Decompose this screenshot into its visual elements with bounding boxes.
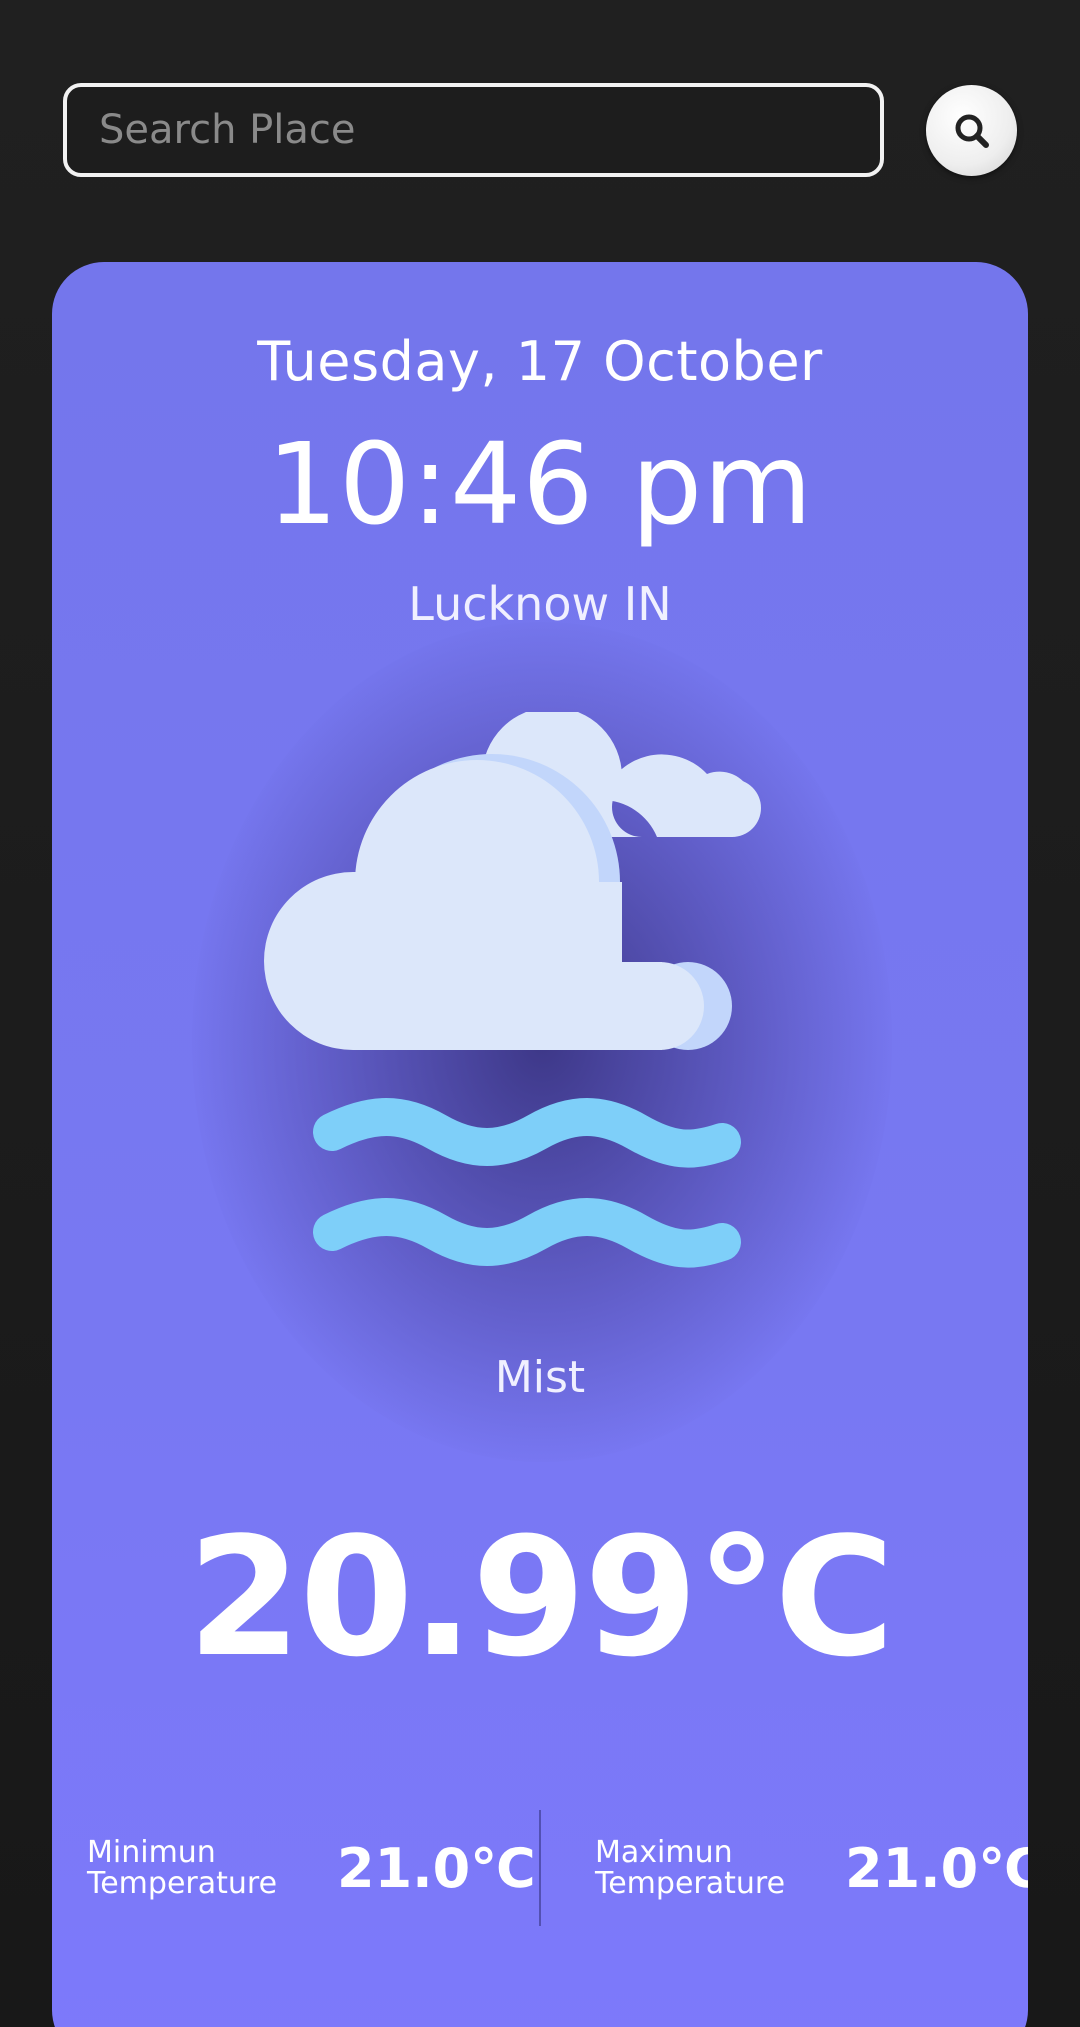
min-label-line1: Minimun [87, 1835, 216, 1870]
max-temperature: Maximun Temperature 21.0℃ [595, 1810, 1028, 1926]
max-temperature-label: Maximun Temperature [595, 1837, 827, 1899]
current-time: 10:46 pm [266, 420, 814, 550]
search-input[interactable] [97, 86, 880, 174]
min-label-line2: Temperature [87, 1866, 278, 1901]
temperature-range: Minimun Temperature 21.0℃ Maximun Temper… [52, 1810, 1028, 1926]
min-temperature-value: 21.0℃ [337, 1836, 536, 1900]
min-temperature-label: Minimun Temperature [87, 1837, 319, 1899]
weather-card: Tuesday, 17 October 10:46 pm Lucknow IN … [52, 262, 1028, 2027]
max-label-line1: Maximun [595, 1835, 733, 1870]
current-date: Tuesday, 17 October [257, 330, 823, 393]
weather-app-screen: Tuesday, 17 October 10:46 pm Lucknow IN … [0, 0, 1080, 2027]
min-temperature: Minimun Temperature 21.0℃ [87, 1810, 536, 1926]
mist-icon [264, 712, 761, 1268]
search-icon [955, 114, 989, 148]
current-temperature: 20.99℃ [187, 1502, 894, 1693]
search-bar[interactable] [63, 83, 884, 177]
search-button[interactable] [926, 85, 1017, 176]
weather-condition: Mist [494, 1352, 586, 1403]
max-label-line2: Temperature [595, 1866, 786, 1901]
divider [539, 1810, 541, 1926]
max-temperature-value: 21.0℃ [845, 1836, 1028, 1900]
